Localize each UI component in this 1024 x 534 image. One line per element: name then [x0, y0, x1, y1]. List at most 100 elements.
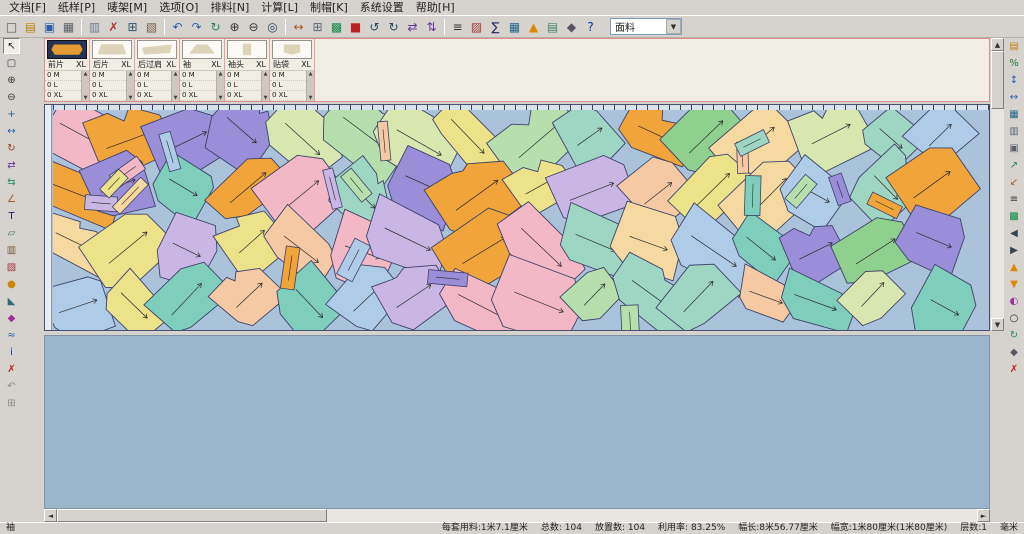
import-icon[interactable]: ↙ [1006, 174, 1023, 190]
fabric-width-icon[interactable]: ↕ [1006, 72, 1023, 88]
fit-view-icon[interactable]: ◎ [263, 17, 282, 36]
redo-icon[interactable]: ↷ [187, 17, 206, 36]
settings-icon[interactable]: ◆ [562, 17, 581, 36]
new-marker-icon[interactable]: □ [2, 17, 21, 36]
help-icon[interactable]: ? [581, 17, 600, 36]
align-pieces-icon[interactable]: ≡ [448, 17, 467, 36]
scroll-right-button[interactable]: ► [977, 509, 990, 522]
box-select-tool-icon[interactable]: ▢ [3, 55, 20, 71]
overlap-check-icon[interactable]: ▨ [467, 17, 486, 36]
auto-arrange-icon[interactable]: ▩ [1006, 208, 1023, 224]
print-preview-icon[interactable]: ▥ [85, 17, 104, 36]
undo-tool-icon[interactable]: ↶ [3, 378, 20, 394]
fabric-select[interactable]: 面料 ▼ [610, 18, 682, 35]
cut-piece-icon[interactable]: ✗ [104, 17, 123, 36]
text-tool-icon[interactable]: T [3, 208, 20, 224]
flip-vertical-icon[interactable]: ⇅ [422, 17, 441, 36]
move-piece-tool-icon[interactable]: ↔ [3, 123, 20, 139]
outline-view-icon[interactable]: ○ [1006, 310, 1023, 326]
stop-nest-icon[interactable]: ■ [346, 17, 365, 36]
marker-area[interactable] [44, 104, 990, 331]
mini-scroll-down-icon[interactable]: ▼ [264, 95, 268, 101]
piece-size-row[interactable]: 0 M [90, 71, 126, 81]
menu-system-settings[interactable]: 系统设置 [354, 0, 410, 15]
piece-size-row[interactable]: 0 XL [135, 91, 171, 101]
piece-size-row[interactable]: 0 XL [225, 91, 261, 101]
piece-size-row[interactable]: 0 XL [180, 91, 216, 101]
piece-thumb[interactable] [182, 40, 222, 59]
mini-scroll-up-icon[interactable]: ▲ [84, 71, 88, 77]
marker-canvas[interactable] [53, 110, 990, 331]
overlap-tool-icon[interactable]: ▧ [3, 259, 20, 275]
mini-scroll-up-icon[interactable]: ▲ [129, 71, 133, 77]
piece-size-row[interactable]: 0 XL [270, 91, 306, 101]
flip-horizontal-icon[interactable]: ⇄ [403, 17, 422, 36]
vertical-scrollbar[interactable]: ▲ ▼ [991, 38, 1004, 331]
chevron-down-icon[interactable]: ▼ [666, 19, 681, 34]
layer-up-icon[interactable]: ▲ [1006, 259, 1023, 275]
zoom-in-tool-icon[interactable]: ⊕ [3, 72, 20, 88]
piece-size-row[interactable]: 0 L [270, 81, 306, 91]
slide-piece-tool-icon[interactable]: ⇆ [3, 174, 20, 190]
rotate-right-icon[interactable]: ↻ [384, 17, 403, 36]
zoom-out-tool-icon[interactable]: ⊖ [3, 89, 20, 105]
mini-scroll-down-icon[interactable]: ▼ [174, 95, 178, 101]
vertical-scroll-track[interactable] [991, 109, 1004, 318]
matching-tool-icon[interactable]: ◆ [3, 310, 20, 326]
piece-tile[interactable]: 前片XL0 M0 L0 XL▲▼ [45, 39, 90, 101]
piece-tile[interactable]: 袖头XL0 M0 L0 XL▲▼ [225, 39, 270, 101]
piece-tile[interactable]: 贴袋XL0 M0 L0 XL▲▼ [270, 39, 315, 101]
zoom-out-icon[interactable]: ⊖ [244, 17, 263, 36]
fill-color-icon[interactable]: ◐ [1006, 293, 1023, 309]
undo-icon[interactable]: ↶ [168, 17, 187, 36]
paste-piece-icon[interactable]: ▧ [142, 17, 161, 36]
piece-mini-scrollbar[interactable]: ▲▼ [216, 71, 224, 101]
pan-tool-icon[interactable]: + [3, 106, 20, 122]
mini-scroll-up-icon[interactable]: ▲ [219, 71, 223, 77]
piece-info-tool-icon[interactable]: i [3, 344, 20, 360]
piece-size-row[interactable]: 0 M [45, 71, 81, 81]
copy-piece-icon[interactable]: ⊞ [123, 17, 142, 36]
piece-size-row[interactable]: 0 M [180, 71, 216, 81]
mini-scroll-up-icon[interactable]: ▲ [174, 71, 178, 77]
save-file-icon[interactable]: ▣ [40, 17, 59, 36]
expand-view-icon[interactable]: ▶ [1006, 242, 1023, 258]
piece-mini-scrollbar[interactable]: ▲▼ [306, 71, 314, 101]
tuck-tool-icon[interactable]: ◣ [3, 293, 20, 309]
piece-size-row[interactable]: 0 M [225, 71, 261, 81]
utilization-icon[interactable]: % [1006, 55, 1023, 71]
piece-mini-scrollbar[interactable]: ▲▼ [171, 71, 179, 101]
piece-size-row[interactable]: 0 L [180, 81, 216, 91]
scroll-left-button[interactable]: ◄ [44, 509, 57, 522]
horizontal-scrollbar[interactable]: ◄ ► [44, 509, 990, 522]
divide-piece-tool-icon[interactable]: ▥ [3, 242, 20, 258]
export-icon[interactable]: ↗ [1006, 157, 1023, 173]
layer-down-icon[interactable]: ▼ [1006, 276, 1023, 292]
print-icon[interactable]: ▦ [59, 17, 78, 36]
mini-scroll-up-icon[interactable]: ▲ [264, 71, 268, 77]
calculate-icon[interactable]: ∑ [486, 17, 505, 36]
piece-thumb[interactable] [92, 40, 132, 59]
measure-icon[interactable]: ↔ [289, 17, 308, 36]
empty-work-area[interactable] [44, 335, 990, 509]
mini-scroll-down-icon[interactable]: ▼ [84, 95, 88, 101]
marker-length-icon[interactable]: ↔ [1006, 89, 1023, 105]
piece-thumb[interactable] [47, 40, 87, 59]
zoom-in-icon[interactable]: ⊕ [225, 17, 244, 36]
piece-size-row[interactable]: 0 L [90, 81, 126, 91]
menu-marker[interactable]: 唛架[M] [101, 0, 153, 15]
menu-pattern[interactable]: 纸样[P] [52, 0, 101, 15]
piece-tile[interactable]: 后过肩XL0 M0 L0 XL▲▼ [135, 39, 180, 101]
piece-thumb[interactable] [272, 40, 312, 59]
flip-piece-tool-icon[interactable]: ⇄ [3, 157, 20, 173]
open-file-icon[interactable]: ▤ [21, 17, 40, 36]
menu-options[interactable]: 选项[O] [153, 0, 204, 15]
piece-mini-scrollbar[interactable]: ▲▼ [81, 71, 89, 101]
piece-mini-scrollbar[interactable]: ▲▼ [126, 71, 134, 101]
layers-icon[interactable]: ▤ [543, 17, 562, 36]
print-marker-icon[interactable]: ▣ [1006, 140, 1023, 156]
horizontal-scroll-track[interactable] [327, 509, 977, 522]
piece-tile[interactable]: 袖XL0 M0 L0 XL▲▼ [180, 39, 225, 101]
menu-make-marker[interactable]: 制帽[K] [304, 0, 354, 15]
piece-mini-scrollbar[interactable]: ▲▼ [261, 71, 269, 101]
